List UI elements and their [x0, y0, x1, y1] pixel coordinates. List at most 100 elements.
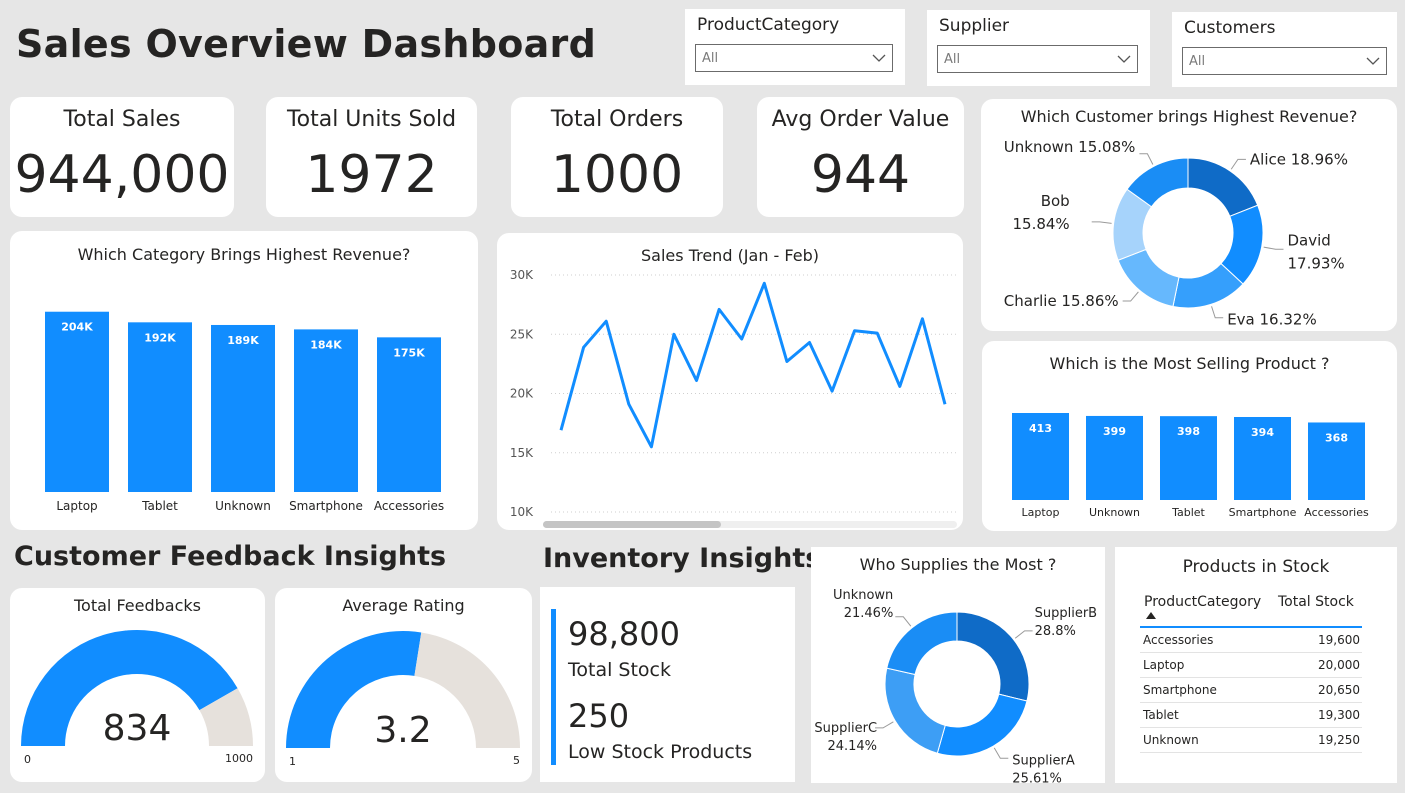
leader-line: [895, 616, 912, 627]
leader-line: [1139, 153, 1154, 165]
accent-bar: [551, 609, 556, 765]
table-row: Accessories 19,600: [1140, 628, 1362, 653]
slicer-label: Supplier: [939, 16, 1010, 36]
total-stock-value: 98,800: [568, 615, 680, 653]
dropdown-value: All: [1189, 54, 1206, 69]
dropdown-value: All: [702, 51, 719, 66]
leader-line: [1230, 158, 1246, 170]
category-label: Accessories: [374, 499, 444, 513]
category-label: Smartphone: [1229, 506, 1297, 519]
gauge-value: 3.2: [374, 710, 431, 751]
donut-slice: [936, 693, 1028, 757]
category-label: Smartphone: [289, 499, 363, 513]
slice-label: Unknown: [833, 588, 893, 603]
products-in-stock-table: ProductCategory Total Stock Accessories …: [1140, 592, 1362, 753]
slice-label: David: [1287, 231, 1330, 249]
leader-line: [875, 721, 894, 729]
supplier-share-chart: Who Supplies the Most ? SupplierB 28.8% Su…: [811, 547, 1105, 783]
column-header-product-category[interactable]: ProductCategory: [1140, 592, 1272, 626]
supplier-dropdown[interactable]: All: [937, 45, 1138, 73]
slicer-product-category: ProductCategory All: [685, 9, 905, 85]
kpi-label: Total Sales: [63, 107, 181, 132]
bar: [211, 324, 275, 492]
horizontal-scrollbar[interactable]: [543, 521, 957, 528]
table-row: Smartphone 20,650: [1140, 678, 1362, 703]
category-label: Tablet: [141, 499, 178, 513]
data-label: 204K: [61, 321, 93, 334]
gauge-value: 834: [103, 708, 172, 749]
supplier-share-donut: SupplierB 28.8% SupplierA 25.61% SupplierC 24…: [814, 588, 1097, 783]
low-stock-value: 250: [568, 697, 630, 735]
slice-label: 15.84%: [1012, 215, 1069, 233]
gauge-max-label: 5: [513, 754, 520, 767]
dropdown-value: All: [944, 52, 961, 67]
product-category-dropdown[interactable]: All: [695, 44, 893, 72]
slice-label: SupplierC: [814, 721, 877, 736]
data-label: 399: [1103, 425, 1126, 438]
category-label: Unknown: [1089, 506, 1140, 519]
leader-line: [1263, 246, 1284, 250]
customer-revenue-chart: Which Customer brings Highest Revenue? A…: [981, 99, 1397, 331]
slicer-customers: Customers All: [1172, 12, 1397, 87]
slice-label: 21.46%: [844, 606, 894, 621]
table-title: Products in Stock: [1182, 557, 1330, 577]
chevron-down-icon: [1366, 57, 1380, 65]
category-revenue-plot: 204K Laptop 192K Tablet 189K Unknown 184K Smart…: [45, 311, 444, 513]
most-selling-product-plot: 413 Laptop 399 Unknown 398 Tablet 394 Smartphon…: [1012, 413, 1369, 519]
sort-ascending-icon[interactable]: [1146, 612, 1156, 619]
sales-trend-line: [559, 281, 947, 449]
data-label: 413: [1029, 422, 1052, 435]
gauge-max-label: 1000: [225, 752, 253, 765]
kpi-label: Total Orders: [550, 107, 684, 132]
slice-label: Unknown 15.08%: [1004, 138, 1136, 156]
customer-revenue-donut: Alice 18.96% David 17.93% Eva 16.32% Charlie…: [1004, 138, 1348, 329]
chevron-down-icon: [872, 54, 886, 62]
kpi-value: 1000: [550, 145, 684, 205]
low-stock-label: Low Stock Products: [568, 741, 753, 763]
category-label: Laptop: [56, 499, 97, 513]
cell-category: Laptop: [1143, 658, 1185, 672]
cell-category: Unknown: [1143, 733, 1199, 747]
y-tick-label: 15K: [510, 446, 534, 460]
slice-label: SupplierA: [1012, 753, 1075, 768]
kpi-label: Avg Order Value: [771, 107, 950, 132]
kpi-total-units-sold: Total Units Sold 1972: [266, 97, 477, 217]
donut-slice: [886, 611, 958, 676]
y-tick-label: 10K: [510, 505, 534, 519]
bar: [294, 329, 358, 492]
category-label: Tablet: [1171, 506, 1205, 519]
data-label: 184K: [310, 338, 342, 351]
customers-dropdown[interactable]: All: [1182, 47, 1387, 75]
scrollbar-thumb[interactable]: [543, 521, 721, 528]
inventory-kpi-card: 98,800 Total Stock 250 Low Stock Product…: [540, 587, 795, 782]
category-label: Laptop: [1022, 506, 1060, 519]
data-label: 398: [1177, 425, 1200, 438]
data-label: 368: [1325, 431, 1348, 444]
leader-line: [1211, 306, 1224, 319]
data-label: 394: [1251, 426, 1274, 439]
donut-slice: [956, 611, 1030, 702]
sales-trend-chart: Sales Trend (Jan - Feb) 30K 25K 20K 15K 10K: [497, 233, 963, 530]
total-stock-label: Total Stock: [568, 659, 671, 681]
donut-slice: [884, 667, 946, 754]
most-selling-product-chart: Which is the Most Selling Product ? 413 L…: [982, 341, 1397, 531]
category-label: Accessories: [1304, 506, 1369, 519]
kpi-value: 944,000: [14, 145, 230, 205]
slice-label: Alice 18.96%: [1250, 150, 1348, 168]
data-label: 192K: [144, 331, 176, 344]
cell-stock: 19,600: [1318, 633, 1360, 647]
kpi-label: Total Units Sold: [286, 107, 457, 132]
cell-category: Tablet: [1143, 708, 1179, 722]
cell-category: Smartphone: [1143, 683, 1217, 697]
kpi-value: 944: [810, 145, 911, 205]
slicer-label: ProductCategory: [697, 15, 840, 35]
average-rating-gauge-card: Average Rating 3.2 1 5: [275, 588, 532, 782]
table-header-row: ProductCategory Total Stock: [1140, 592, 1362, 628]
column-header-total-stock[interactable]: Total Stock: [1272, 592, 1362, 626]
slice-label: 28.8%: [1035, 624, 1076, 639]
category-revenue-chart: Which Category Brings Highest Revenue? 2…: [10, 231, 478, 530]
slice-label: SupplierB: [1035, 606, 1097, 621]
chevron-down-icon: [1117, 55, 1131, 63]
category-label: Unknown: [215, 499, 271, 513]
kpi-value: 1972: [305, 145, 438, 205]
